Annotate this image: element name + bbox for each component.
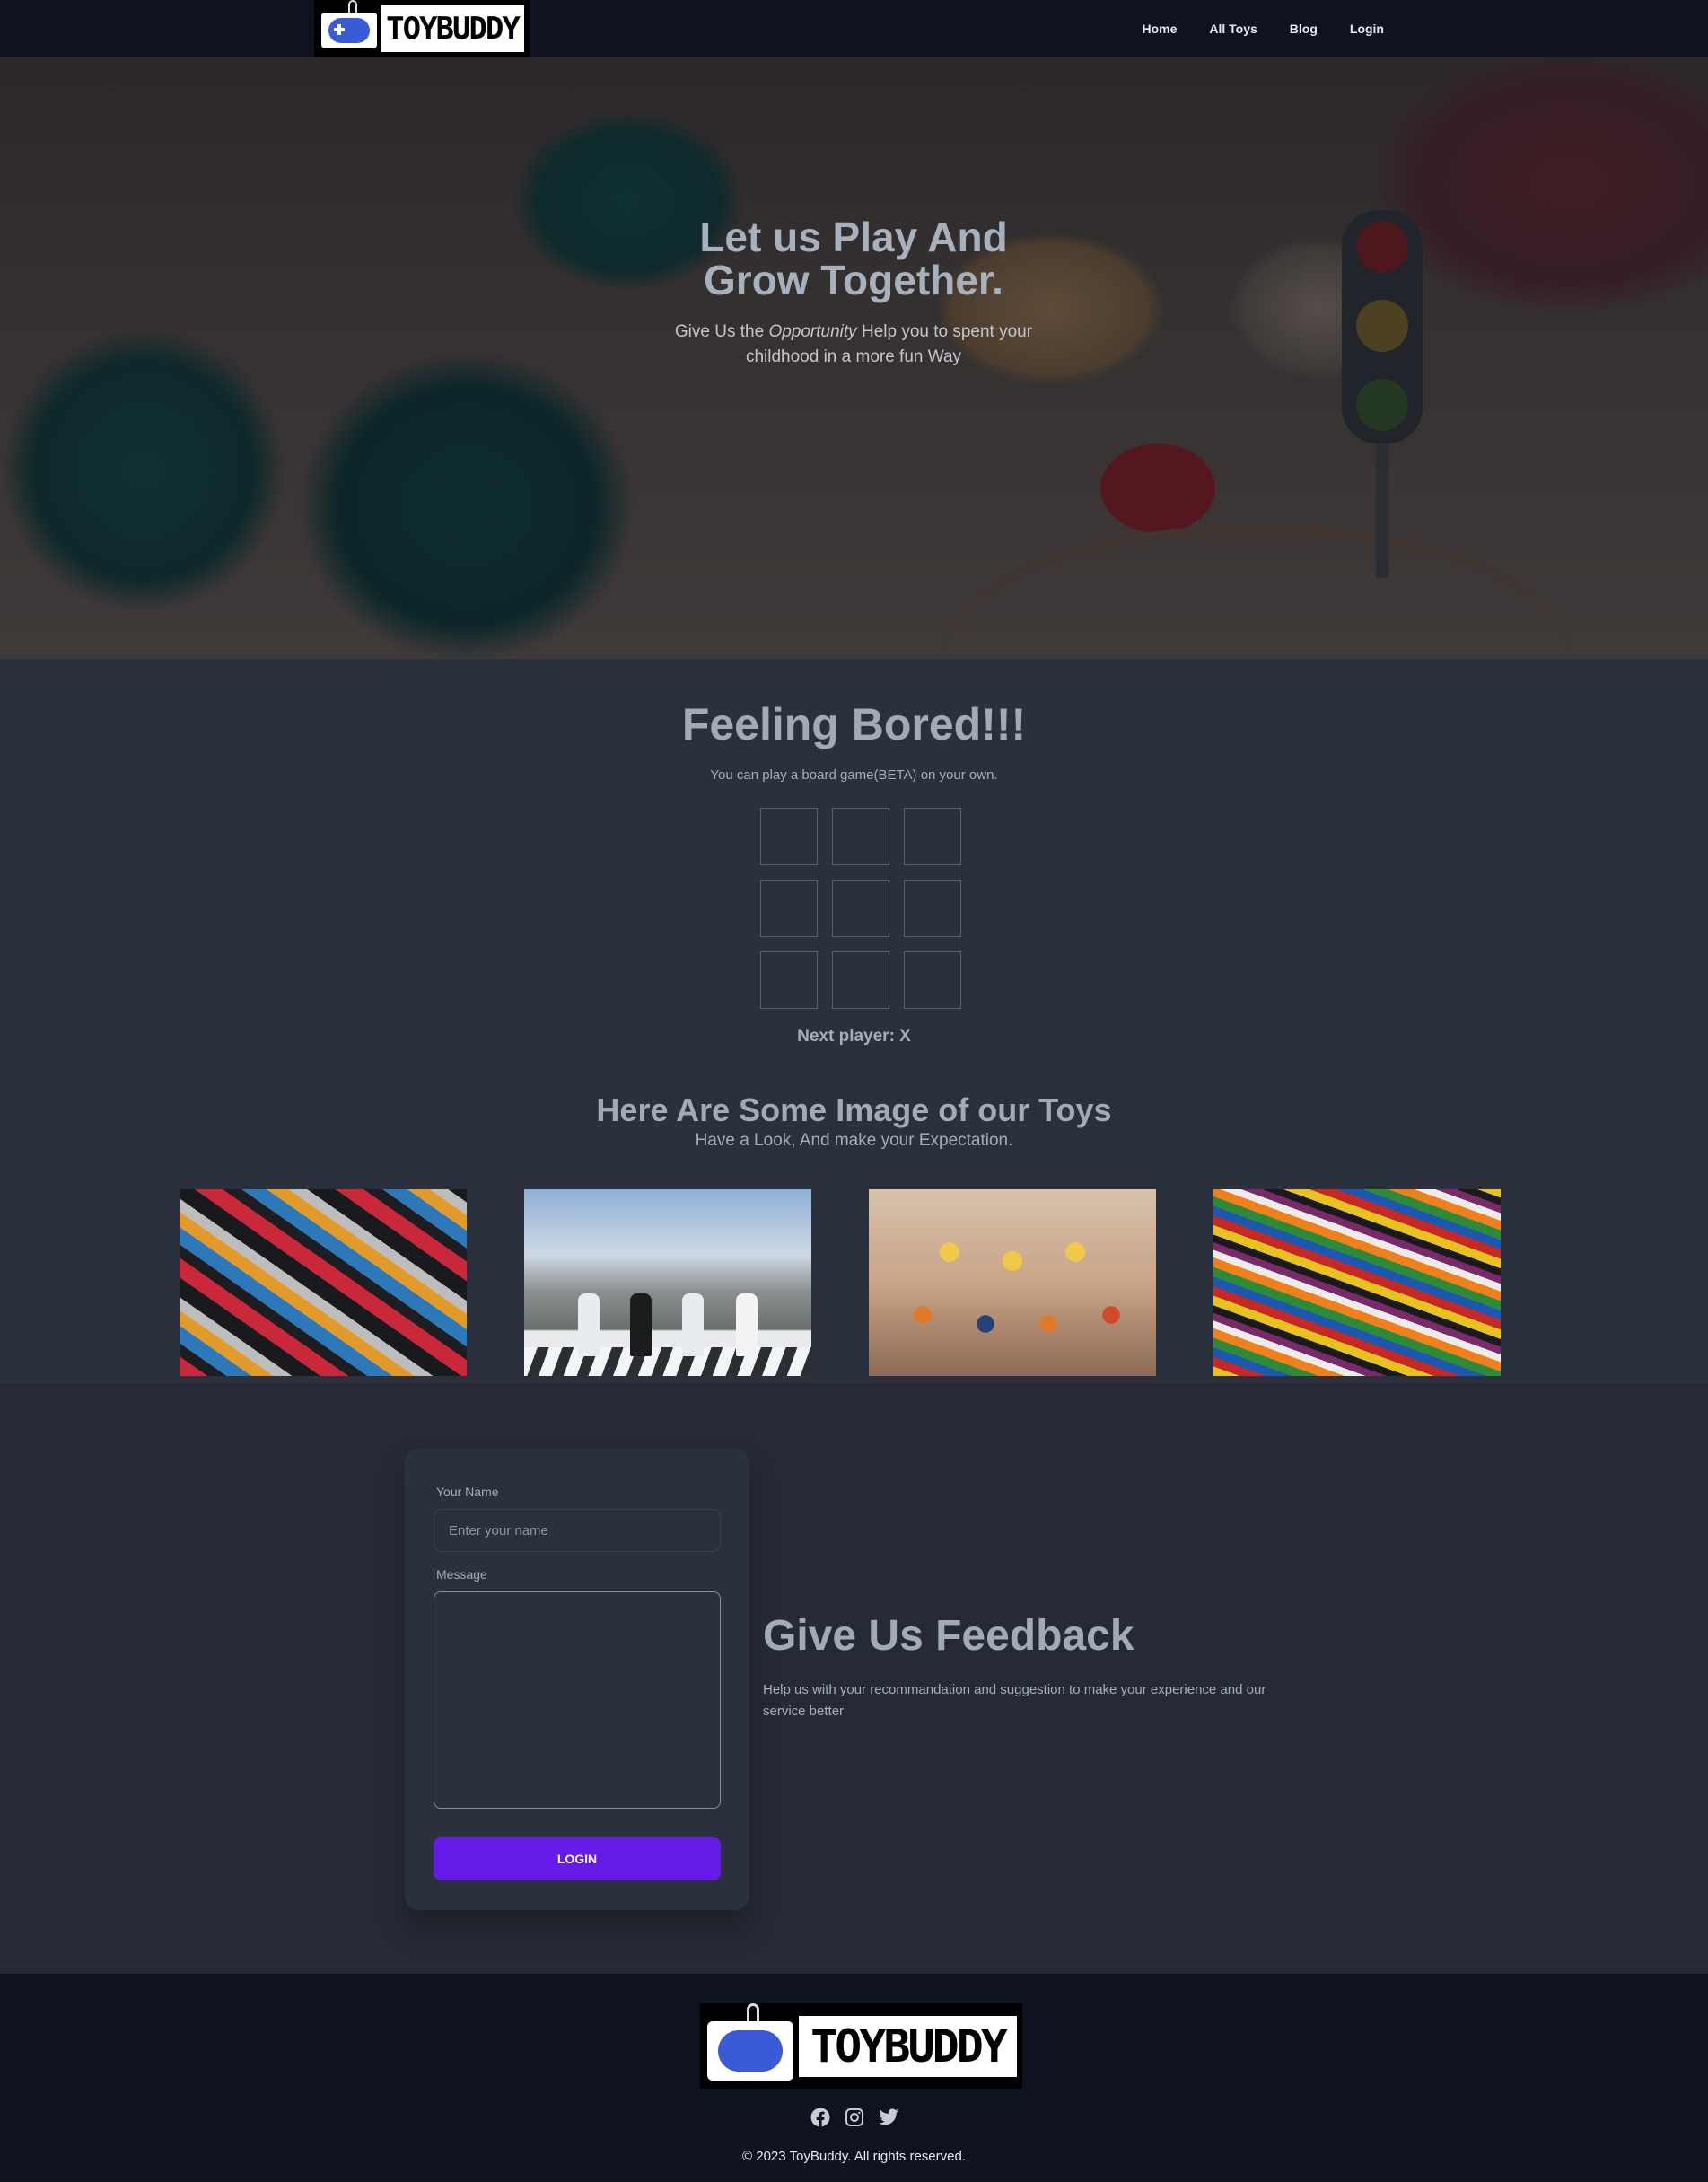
board-cell[interactable] [904,880,961,937]
nav-link-home[interactable]: Home [1127,14,1191,43]
board-cell[interactable] [832,808,889,865]
board-cell[interactable] [832,951,889,1009]
nav-link-all-toys[interactable]: All Toys [1195,14,1271,43]
main-nav: Home All Toys Blog Login [1127,0,1398,57]
gamepad-icon [707,2021,793,2081]
logo-wordmark: TOYBUDDY [381,5,524,52]
feedback-description: Help us with your recommandation and sug… [763,1682,1266,1719]
game-title: Feeling Bored!!! [681,699,1027,749]
message-label: Message [436,1567,487,1582]
board-cell[interactable] [904,808,961,865]
board-cell[interactable] [760,951,818,1009]
twitter-icon[interactable] [878,2107,899,2132]
gallery-image-lego-crosswalk [524,1189,811,1376]
game-status: Next player: X [797,1027,911,1046]
footer-logo-wordmark: TOYBUDDY [799,2016,1017,2077]
gallery-subtitle: Have a Look, And make your Expectation. [695,1131,1013,1150]
nav-link-blog[interactable]: Blog [1275,14,1332,43]
tic-tac-toe-board [760,808,962,1009]
board-cell[interactable] [760,880,818,937]
game-subtitle: You can play a board game(BETA) on your … [710,767,998,783]
feedback-section [0,1383,1708,1974]
feedback-submit-button[interactable]: Login [434,1837,721,1880]
name-label: Your Name [436,1485,499,1499]
feedback-form-card: Your Name Message Login [405,1449,749,1910]
copyright-text: © 2023 ToyBuddy. All rights reserved. [742,2149,966,2164]
name-input[interactable] [434,1509,721,1552]
gamepad-icon [321,13,377,48]
board-cell[interactable] [904,951,961,1009]
social-links [0,2107,1708,2132]
gallery-image-lego-pile [1213,1189,1501,1376]
gallery-image-lego-minifigures [869,1189,1156,1376]
gallery-title: Here Are Some Image of our Toys [596,1091,1112,1128]
toybuddy-logo[interactable]: TOYBUDDY [314,0,530,57]
navbar: TOYBUDDY Home All Toys Blog Login [0,0,1708,57]
board-cell[interactable] [760,808,818,865]
gallery-image-lego-bricks [180,1189,467,1376]
footer-logo[interactable]: TOYBUDDY [700,2003,1022,2089]
nav-link-login[interactable]: Login [1336,14,1398,43]
facebook-icon[interactable] [810,2107,831,2132]
hero-subtitle: Give Us the Opportunity Help you to spen… [674,322,1033,366]
board-cell[interactable] [832,880,889,937]
message-textarea[interactable] [434,1591,721,1809]
hero-title: Let us Play And Grow Together. [699,214,1008,303]
feedback-title: Give Us Feedback [763,1612,1134,1660]
instagram-icon[interactable] [844,2107,865,2132]
